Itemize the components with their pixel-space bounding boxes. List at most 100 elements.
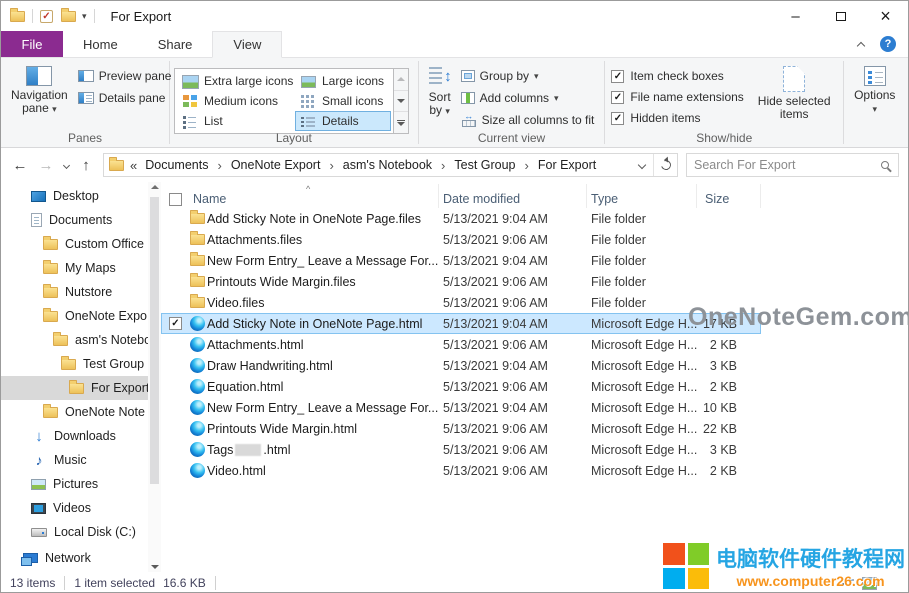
up-button[interactable]: ↑ xyxy=(73,152,99,178)
tree-item-nutstore[interactable]: Nutstore xyxy=(1,280,148,304)
window-title: For Export xyxy=(111,9,172,24)
tree-item-music[interactable]: ♪Music xyxy=(1,448,148,472)
layout-option-large-icons[interactable]: Large icons xyxy=(295,71,391,91)
breadcrumb-separator-icon[interactable]: › xyxy=(518,158,536,173)
search-input[interactable] xyxy=(694,158,881,172)
preview-pane-button[interactable]: Preview pane xyxy=(74,67,176,85)
breadcrumb-item-test-group[interactable]: Test Group xyxy=(452,156,517,174)
refresh-button[interactable] xyxy=(653,154,677,176)
tab-file[interactable]: File xyxy=(1,31,63,57)
checkbox-icon[interactable]: ✓ xyxy=(611,112,624,125)
breadcrumb-separator-icon[interactable]: › xyxy=(210,158,228,173)
file-row[interactable]: Video.files5/13/2021 9:06 AMFile folder xyxy=(161,292,761,313)
options-button[interactable]: Options▾ xyxy=(848,63,901,119)
hide-selected-items-button[interactable]: Hide selecteditems xyxy=(752,63,837,124)
address-dropdown-icon[interactable] xyxy=(631,154,653,176)
qat-properties-icon[interactable]: ✓ xyxy=(40,10,53,23)
tree-item-test-group[interactable]: Test Group xyxy=(1,352,148,376)
layout-option-details-view[interactable]: Details xyxy=(295,111,391,131)
breadcrumb-item-for-export[interactable]: For Export xyxy=(536,156,598,174)
file-row[interactable]: Printouts Wide Margin.html5/13/2021 9:06… xyxy=(161,418,761,439)
column-header-name[interactable]: Name xyxy=(187,184,439,208)
file-row[interactable]: Draw Handwriting.html5/13/2021 9:04 AMMi… xyxy=(161,355,761,376)
tree-item-for-export[interactable]: For Export xyxy=(1,376,148,400)
tree-item-onenote-expo[interactable]: OneNote Expo xyxy=(1,304,148,328)
date-modified: 5/13/2021 9:06 AM xyxy=(439,233,587,247)
column-header-type[interactable]: Type xyxy=(587,184,697,208)
layout-more-icon[interactable] xyxy=(394,112,408,133)
details-pane-button[interactable]: Details pane xyxy=(74,89,176,107)
file-row[interactable]: Attachments.files5/13/2021 9:06 AMFile f… xyxy=(161,229,761,250)
search-box[interactable] xyxy=(686,153,899,177)
tab-row-right: ? xyxy=(858,31,908,57)
qat-customize-dropdown-icon[interactable]: ▾ xyxy=(82,11,87,22)
breadcrumb-item-onenote-export[interactable]: OneNote Export xyxy=(229,156,323,174)
back-button[interactable]: ← xyxy=(7,152,33,178)
navigation-pane-button[interactable]: Navigationpane ▾ xyxy=(5,63,74,119)
tree-item-downloads[interactable]: ↓Downloads xyxy=(1,424,148,448)
preview-pane-icon xyxy=(78,70,94,82)
date-modified: 5/13/2021 9:04 AM xyxy=(439,359,587,373)
tree-item-documents[interactable]: Documents xyxy=(1,208,148,232)
breadcrumb-separator-icon[interactable]: › xyxy=(322,158,340,173)
group-by-button[interactable]: Group by ▾ xyxy=(457,67,599,85)
select-all-checkbox[interactable] xyxy=(161,184,187,208)
file-row[interactable]: Attachments.html5/13/2021 9:06 AMMicroso… xyxy=(161,334,761,355)
scroll-down-icon[interactable] xyxy=(151,565,159,569)
tree-item-local-disk-c[interactable]: Local Disk (C:) xyxy=(1,520,148,544)
column-header-date-modified[interactable]: Date modified xyxy=(439,184,587,208)
layout-option-medium-icons[interactable]: Medium icons xyxy=(177,91,295,111)
layout-scroll-up-icon[interactable] xyxy=(394,69,408,91)
add-columns-button[interactable]: Add columns ▾ xyxy=(457,89,599,107)
file-row[interactable]: Add Sticky Note in OneNote Page.files5/1… xyxy=(161,208,761,229)
size-all-columns-button[interactable]: ↔ Size all columns to fit xyxy=(457,111,599,129)
tree-item-onenote-note[interactable]: OneNote Note xyxy=(1,400,148,424)
file-row[interactable]: New Form Entry_ Leave a Message For...5/… xyxy=(161,397,761,418)
file-row[interactable]: Equation.html5/13/2021 9:06 AMMicrosoft … xyxy=(161,376,761,397)
file-row[interactable]: ✓Add Sticky Note in OneNote Page.html5/1… xyxy=(161,313,761,334)
file-name: New Form Entry_ Leave a Message For... xyxy=(207,401,439,415)
checkbox-hidden-items[interactable]: ✓Hidden items xyxy=(609,110,745,126)
file-row[interactable]: Tags.html5/13/2021 9:06 AMMicrosoft Edge… xyxy=(161,439,761,460)
maximize-button[interactable] xyxy=(818,1,863,31)
breadcrumb-separator-icon[interactable]: › xyxy=(434,158,452,173)
row-checkbox[interactable]: ✓ xyxy=(169,317,182,330)
file-row[interactable]: Video.html5/13/2021 9:06 AMMicrosoft Edg… xyxy=(161,460,761,481)
tree-item-desktop[interactable]: Desktop xyxy=(1,184,148,208)
sort-by-button[interactable]: ↕ Sortby ▾ xyxy=(423,63,457,121)
tab-view[interactable]: View xyxy=(212,31,282,58)
close-button[interactable]: × xyxy=(863,1,908,31)
checkbox-file-name-extensions[interactable]: ✓File name extensions xyxy=(609,89,745,105)
layout-option-extra-large-icons[interactable]: Extra large icons xyxy=(177,71,295,91)
tree-item-network[interactable]: Network xyxy=(1,546,148,570)
tree-item-pictures[interactable]: Pictures xyxy=(1,472,148,496)
file-row[interactable]: New Form Entry_ Leave a Message For...5/… xyxy=(161,250,761,271)
checkbox-item-check-boxes[interactable]: ✓Item check boxes xyxy=(609,68,745,84)
breadcrumb-item-asm-s-notebook[interactable]: asm's Notebook xyxy=(341,156,434,174)
breadcrumb-collapse-icon[interactable]: « xyxy=(130,158,137,173)
minimize-button[interactable]: – xyxy=(773,1,818,31)
layout-option-list-view[interactable]: List xyxy=(177,111,295,131)
checkbox-icon[interactable]: ✓ xyxy=(611,70,624,83)
qat-new-folder-icon[interactable] xyxy=(61,11,76,22)
tree-item-videos[interactable]: Videos xyxy=(1,496,148,520)
breadcrumb-item-documents[interactable]: Documents xyxy=(143,156,210,174)
layout-option-small-icons[interactable]: Small icons xyxy=(295,91,391,111)
scrollbar-thumb[interactable] xyxy=(150,197,159,484)
tab-share[interactable]: Share xyxy=(138,31,213,57)
recent-locations-dropdown-icon[interactable] xyxy=(59,152,73,178)
help-icon[interactable]: ? xyxy=(880,36,896,52)
file-row[interactable]: Printouts Wide Margin.files5/13/2021 9:0… xyxy=(161,271,761,292)
checkbox-icon[interactable]: ✓ xyxy=(611,91,624,104)
tab-home[interactable]: Home xyxy=(63,31,138,57)
layout-scroll-down-icon[interactable] xyxy=(394,91,408,113)
column-header-size[interactable]: Size xyxy=(697,184,761,208)
tree-item-asm-s-notebo[interactable]: asm's Notebo xyxy=(1,328,148,352)
file-size: 2 KB xyxy=(697,380,761,394)
tree-item-my-maps[interactable]: My Maps xyxy=(1,256,148,280)
forward-button[interactable]: → xyxy=(33,152,59,178)
collapse-ribbon-icon[interactable] xyxy=(857,41,865,49)
tree-scrollbar[interactable] xyxy=(148,182,161,572)
address-bar[interactable]: « Documents›OneNote Export›asm's Noteboo… xyxy=(103,153,678,177)
tree-item-custom-office[interactable]: Custom Office xyxy=(1,232,148,256)
